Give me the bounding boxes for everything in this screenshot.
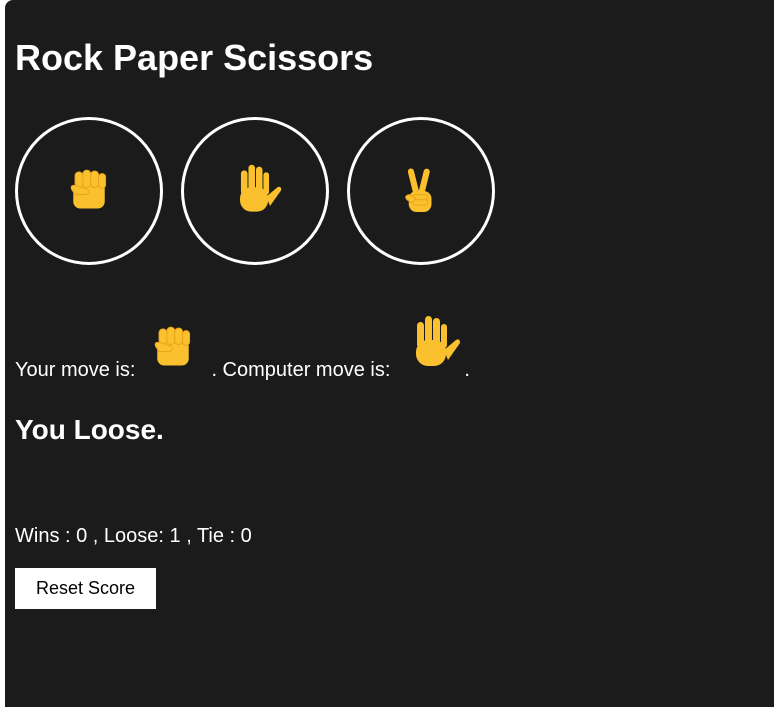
raised-hand-icon [416,316,461,366]
game-app: Rock Paper Scissors Your move is: . Comp… [5,0,774,707]
outcome-text: You Loose. [15,414,164,445]
reset-score-button[interactable]: Reset Score [15,568,156,609]
paper-button[interactable] [181,117,329,265]
raised-fist-icon [155,326,191,366]
score-text: Wins : 0 , Loose: 1 , Tie : 0 [15,525,252,547]
page-title: Rock Paper Scissors [15,37,374,78]
your-move-label: Your move is: [15,359,136,381]
your-move-display [145,320,201,382]
computer-move-display [400,312,464,382]
move-choices [15,117,495,265]
victory-hand-icon [405,167,432,213]
computer-move-label: . Computer move is: [211,359,391,381]
result-suffix: . [464,359,470,381]
scissors-button[interactable] [347,117,495,265]
raised-hand-icon [240,164,282,212]
raised-fist-icon [70,169,107,209]
rock-button[interactable] [15,117,163,265]
move-result: Your move is: . Computer move is: . [15,312,470,382]
